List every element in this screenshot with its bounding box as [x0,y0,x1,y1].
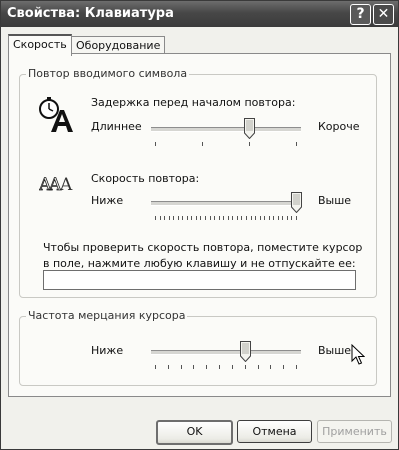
slider-tick [200,216,201,220]
blink-right-label: Выше [318,344,352,357]
slider-tick [269,216,270,220]
apply-button[interactable]: Применить [317,420,392,443]
rate-left-label: Ниже [91,194,124,207]
slider-tick [160,216,161,220]
slider-tick [255,216,256,220]
slider-tick [205,216,206,220]
slider-tick [191,216,192,220]
slider-tick [291,216,292,220]
stopwatch-letter-a-icon [39,97,73,132]
rate-right-label: Выше [318,194,352,207]
slider-tick [296,216,297,220]
slider-tick [241,216,242,220]
cancel-button[interactable]: Отмена [237,420,312,443]
slider-tick [232,365,233,369]
slider-tick [206,365,207,369]
slider-tick [202,142,203,146]
title-bar: Свойства: Клавиатура ? ✕ [1,1,398,27]
delay-slider-thumb[interactable] [244,118,255,139]
svg-text:A: A [59,175,73,194]
slider-tick [181,365,182,369]
slider-tick [251,216,252,220]
slider-tick [273,216,274,220]
slider-tick [287,216,288,220]
rate-slider-track[interactable] [151,201,301,206]
rate-label: Скорость повтора: [91,172,200,185]
slider-tick [246,216,247,220]
slider-tick [282,216,283,220]
delay-label: Задержка перед началом повтора: [91,96,296,109]
slider-tick [164,216,165,220]
repeated-letters-a-icon: A A A [39,175,73,194]
keyboard-properties-dialog: Свойства: Клавиатура ? ✕ Скорость Оборуд… [0,0,399,450]
slider-tick [228,216,229,220]
slider-tick [245,365,246,369]
tab-speed[interactable]: Скорость [8,34,72,56]
close-button[interactable]: ✕ [373,4,394,25]
repeat-test-field[interactable] [43,270,356,290]
slider-tick [168,365,169,369]
delay-right-label: Короче [318,120,360,133]
rate-slider-ticks [155,216,297,220]
slider-tick [296,365,297,369]
slider-tick [270,365,271,369]
test-instructions: Чтобы проверить скорость повтора, помест… [43,241,363,270]
ok-button[interactable]: OK [156,420,233,445]
slider-tick [278,216,279,220]
delay-slider-ticks [155,142,297,146]
help-button[interactable]: ? [350,4,371,25]
rate-slider-thumb[interactable] [291,192,302,213]
slider-tick [283,365,284,369]
blink-slider-ticks [155,365,297,369]
slider-tick [155,365,156,369]
slider-tick [155,142,156,146]
slider-tick [182,216,183,220]
slider-tick [223,216,224,220]
cursor-blink-legend: Частота мерцания курсора [26,309,188,322]
slider-tick [187,216,188,220]
blink-left-label: Ниже [91,344,124,357]
tab-panel: Повтор вводимого символа Задержка перед … [8,53,391,397]
slider-tick [260,216,261,220]
slider-tick [193,365,194,369]
slider-tick [232,216,233,220]
mouse-pointer-icon [351,344,365,365]
slider-tick [169,216,170,220]
delay-slider-track[interactable] [151,127,301,132]
slider-tick [196,216,197,220]
slider-tick [249,142,250,146]
slider-tick [214,216,215,220]
slider-tick [219,365,220,369]
slider-tick [173,216,174,220]
slider-tick [155,216,156,220]
slider-tick [258,365,259,369]
blink-slider-thumb[interactable] [240,341,251,362]
window-title: Свойства: Клавиатура [7,6,174,21]
slider-tick [264,216,265,220]
slider-tick [178,216,179,220]
repeat-group-legend: Повтор вводимого символа [26,67,190,80]
slider-tick [219,216,220,220]
slider-tick [237,216,238,220]
slider-tick [210,216,211,220]
delay-left-label: Длиннее [91,120,142,133]
blink-slider-track[interactable] [151,350,301,355]
slider-tick [296,142,297,146]
